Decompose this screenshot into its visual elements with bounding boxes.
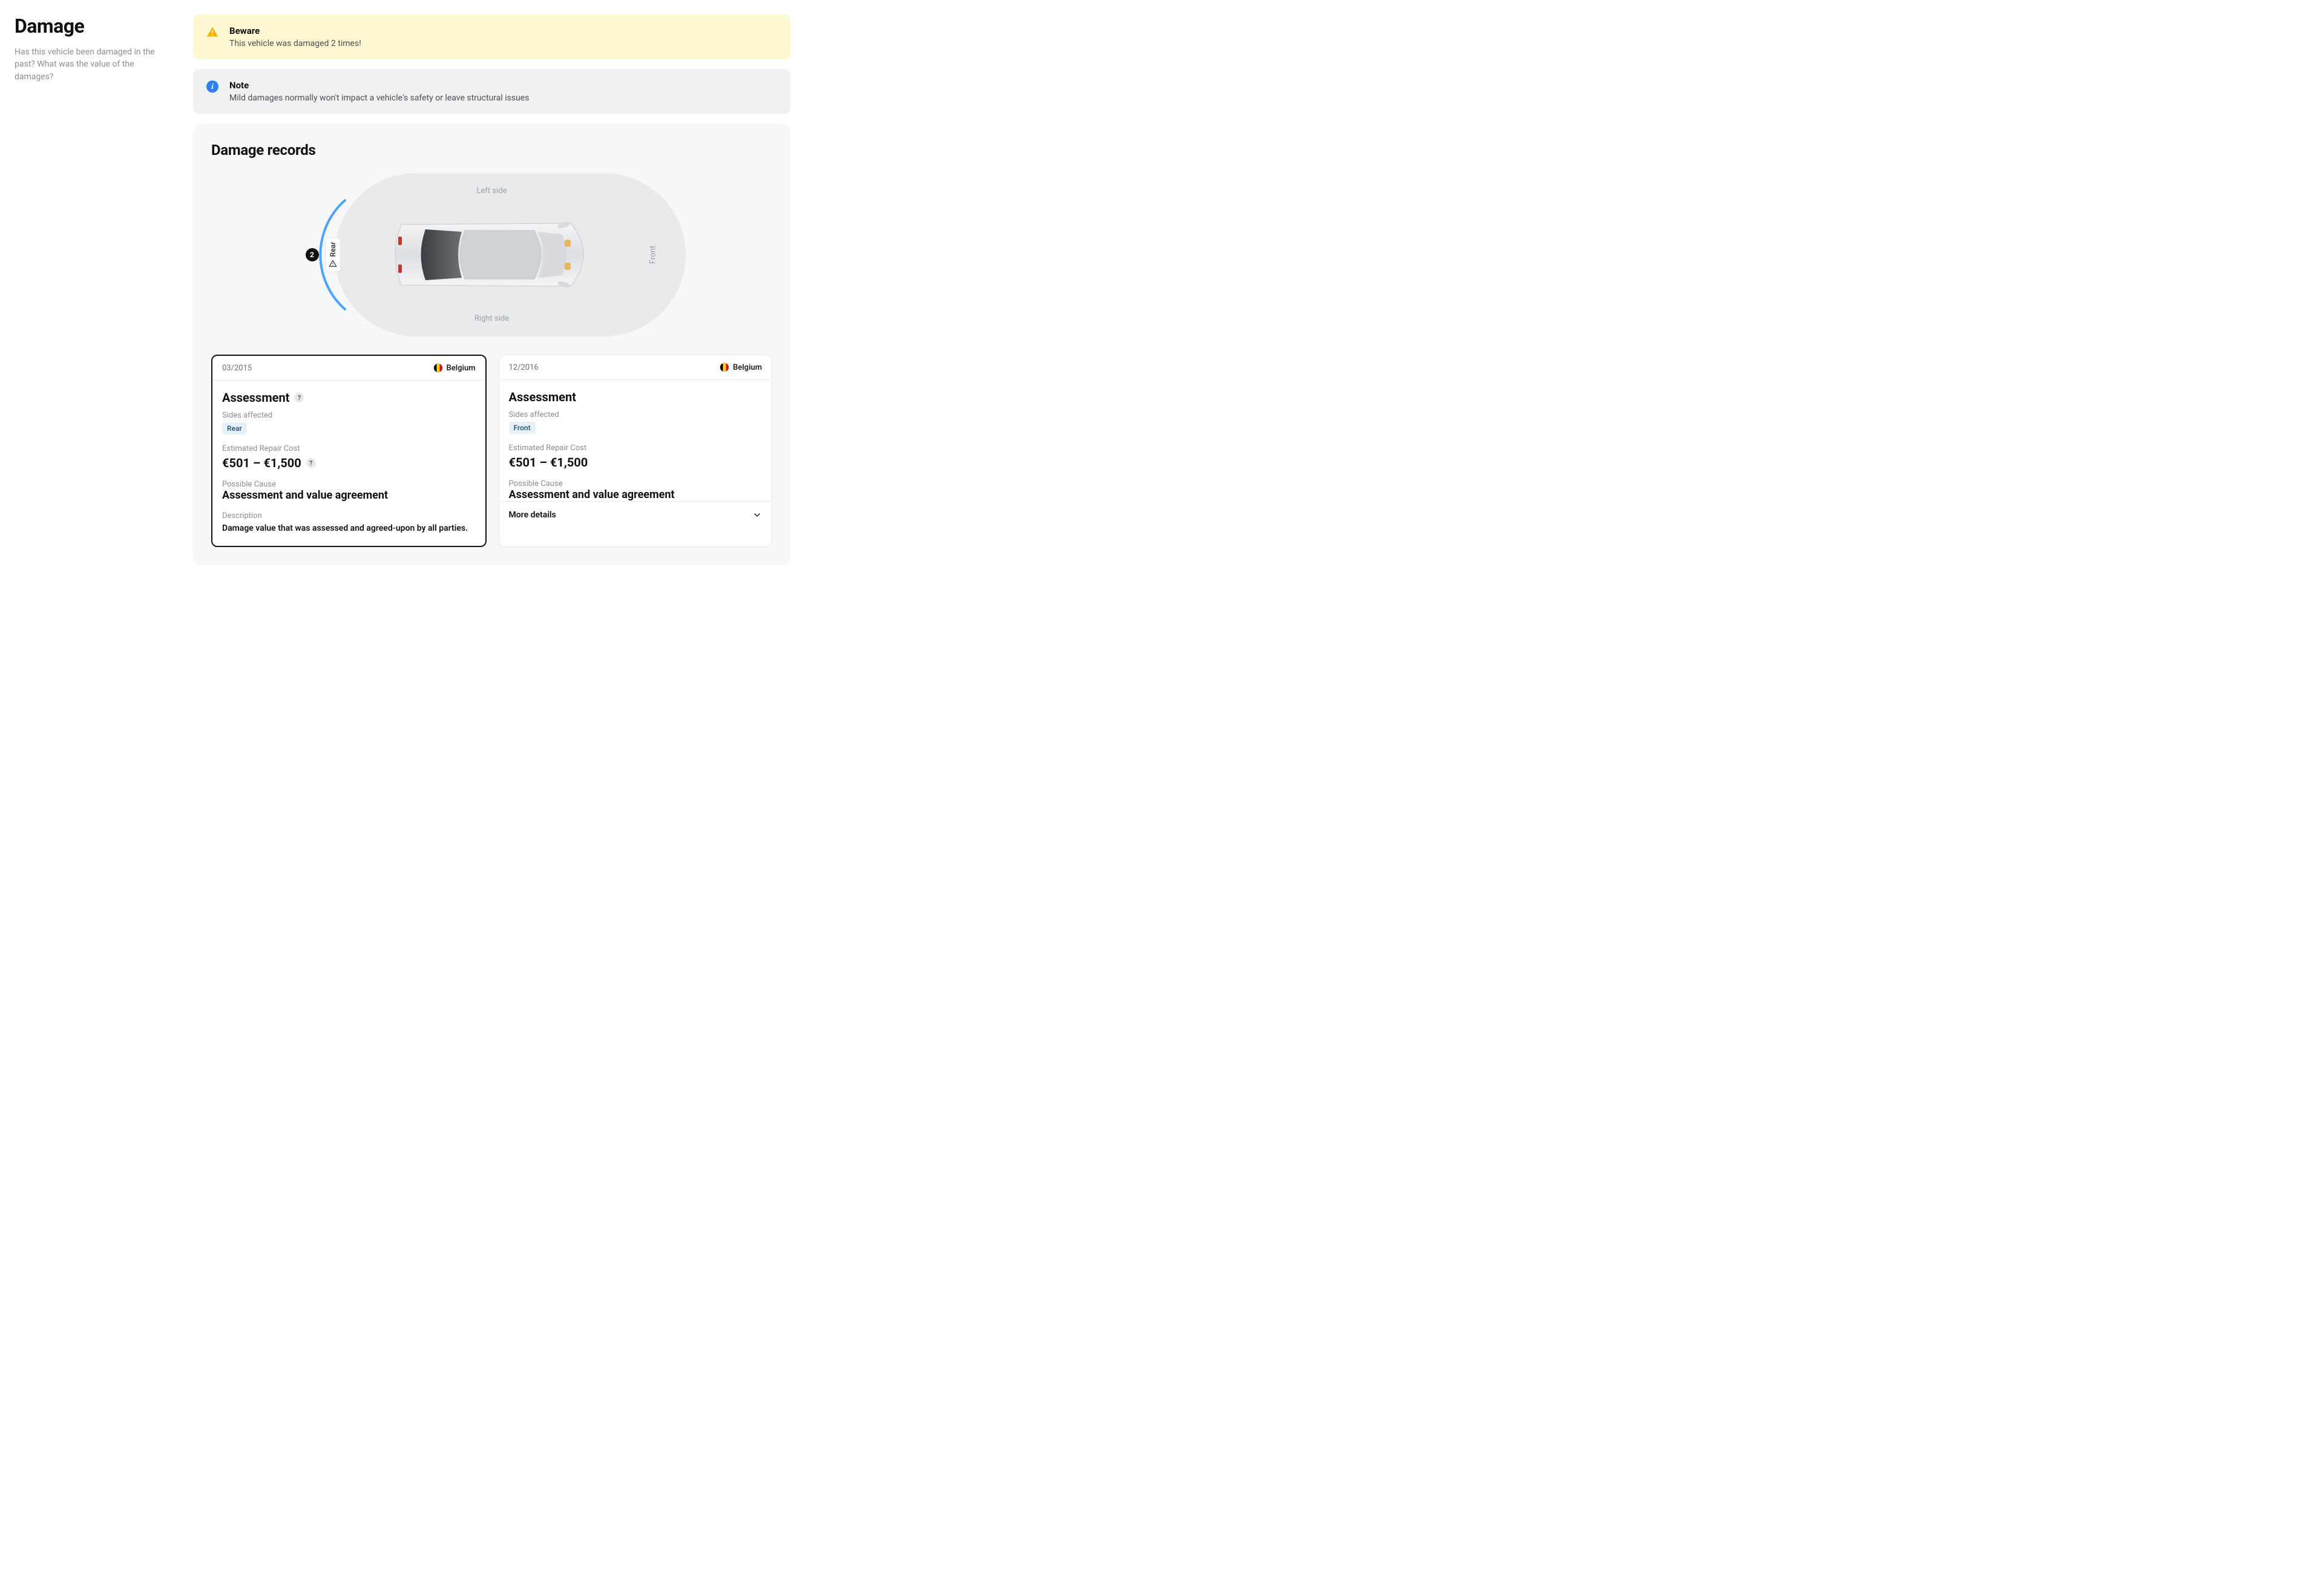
warning-outline-icon [329,259,337,267]
damage-record-card[interactable]: 12/2016 Belgium Assessment Sides affected Fr… [499,355,773,547]
card-header: 12/2016 Belgium [499,355,772,380]
car-illustration [383,212,601,297]
alert-note: i Note Mild damages normally won't impac… [193,69,790,114]
chevron-down-icon [752,510,762,520]
rear-damage-chip[interactable]: Rear [325,238,341,272]
page-subtitle: Has this vehicle been damaged in the pas… [15,46,169,83]
alert-note-title: Note [229,80,529,91]
card-header: 03/2015 Belgium [212,356,485,381]
cause-label: Possible Cause [222,480,476,489]
assessment-title-row: Assessment [509,390,763,404]
info-icon: i [206,80,218,93]
records-heading: Damage records [211,142,772,159]
page-title: Damage [15,15,169,38]
sides-affected-label: Sides affected [509,410,763,419]
cost-value: €501 – €1,500 [509,455,588,470]
cause-value: Assessment and value agreement [222,489,476,502]
warning-icon [206,26,218,38]
assessment-title-row: Assessment? [222,390,476,405]
more-details-label: More details [509,510,556,520]
alert-beware-text: This vehicle was damaged 2 times! [229,39,361,48]
damage-record-card[interactable]: 03/2015 Belgium Assessment? Sides affected R… [211,355,487,547]
side-affected-chip: Rear [222,422,247,434]
description-value: Damage value that was assessed and agree… [222,523,476,535]
cost-value: €501 – €1,500 [222,456,301,470]
side-affected-chip: Front [509,422,536,434]
flag-belgium-icon [433,363,443,373]
cause-value: Assessment and value agreement [509,488,763,501]
diagram-front-label: Front [649,246,658,264]
cost-label: Estimated Repair Cost [509,444,763,453]
assessment-title: Assessment [222,390,289,405]
assessment-title: Assessment [509,390,576,404]
help-icon[interactable]: ? [306,458,316,468]
record-date: 03/2015 [222,364,252,373]
cost-row: €501 – €1,500? [222,456,476,470]
alert-beware: Beware This vehicle was damaged 2 times! [193,15,790,59]
rear-damage-count-badge: 2 [306,248,319,261]
rear-chip-label: Rear [329,242,337,257]
alert-beware-title: Beware [229,25,361,36]
record-country: Belgium [433,363,476,373]
cause-label: Possible Cause [509,479,763,488]
diagram-left-label: Left side [477,186,507,195]
sides-affected-label: Sides affected [222,411,476,420]
card-body: Assessment Sides affected Front Estimated R… [499,380,772,530]
record-country-name: Belgium [447,364,476,373]
record-date: 12/2016 [509,363,539,372]
record-country-name: Belgium [733,363,762,372]
diagram-right-label: Right side [474,314,509,323]
more-details-button[interactable]: More details [499,501,772,520]
cost-label: Estimated Repair Cost [222,444,476,453]
card-body: Assessment? Sides affected Rear Estimated R… [212,381,485,546]
damage-records-panel: Damage records 2 Rear [193,123,790,565]
damage-diagram: 2 Rear [298,173,686,336]
record-country: Belgium [720,362,762,372]
description-label: Description [222,511,476,520]
help-icon[interactable]: ? [294,393,304,402]
flag-belgium-icon [720,362,729,372]
cost-row: €501 – €1,500 [509,455,763,470]
alert-note-text: Mild damages normally won't impact a veh… [229,93,529,103]
